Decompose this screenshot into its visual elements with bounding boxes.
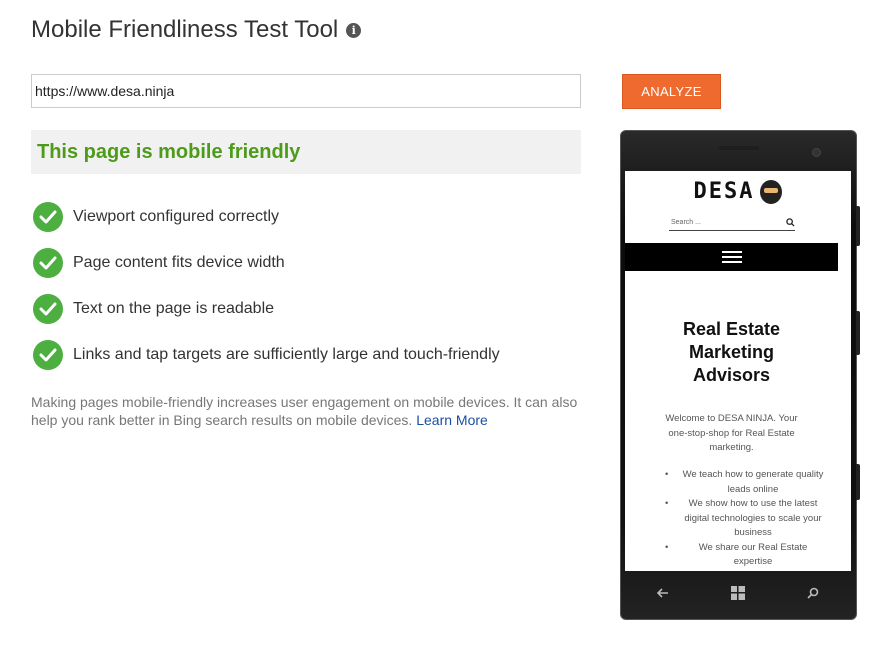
welcome-text: Welcome to DESA NINJA. Your one-stop-sho…	[665, 413, 798, 453]
site-nav-bar	[625, 243, 838, 271]
page-title-text: Mobile Friendliness Test Tool	[31, 16, 339, 43]
result-banner: This page is mobile friendly	[31, 130, 581, 174]
url-input[interactable]	[31, 74, 581, 108]
learn-more-link[interactable]: Learn More	[416, 412, 488, 428]
phone-preview: DESA Search ... Real Estate Marketing Ad…	[620, 130, 860, 620]
check-icon	[33, 340, 63, 370]
list-item: We teach how to generate quality leads o…	[655, 468, 825, 497]
phone-side-button	[856, 311, 860, 355]
ninja-mascot-icon	[760, 179, 783, 204]
check-item: Links and tap targets are sufficiently l…	[33, 332, 500, 378]
phone-screen: DESA Search ... Real Estate Marketing Ad…	[625, 171, 851, 571]
result-text: This page is mobile friendly	[37, 140, 301, 163]
phone-speaker	[719, 146, 759, 150]
check-label: Viewport configured correctly	[73, 208, 280, 225]
check-icon	[33, 294, 63, 324]
check-label: Text on the page is readable	[73, 300, 275, 317]
logo-text: DESA	[693, 179, 755, 204]
feature-list: We teach how to generate quality leads o…	[655, 468, 825, 570]
analyze-button[interactable]: ANALYZE	[622, 74, 721, 109]
hero-line: Marketing	[688, 342, 775, 362]
list-item: We share our Real Estate expertise	[655, 541, 825, 570]
list-item: We show how to use the latest digital te…	[655, 497, 825, 541]
note-text: Making pages mobile-friendly increases u…	[31, 394, 578, 428]
search-icon	[786, 217, 795, 227]
check-label: Links and tap targets are sufficiently l…	[73, 346, 500, 363]
phone-camera	[812, 148, 821, 157]
search-icon	[800, 580, 826, 606]
check-item: Text on the page is readable	[33, 286, 500, 332]
phone-side-button	[856, 206, 860, 246]
check-item: Viewport configured correctly	[33, 194, 500, 240]
hero-line: Advisors	[692, 365, 771, 385]
phone-nav-bar	[625, 575, 851, 611]
check-icon	[33, 202, 63, 232]
hamburger-menu-icon	[721, 251, 742, 263]
site-logo: DESA	[625, 179, 851, 204]
check-icon	[33, 248, 63, 278]
phone-side-button	[856, 464, 860, 500]
info-note: Making pages mobile-friendly increases u…	[31, 393, 591, 429]
site-search-placeholder: Search ...	[671, 218, 701, 226]
hero-line: Real Estate	[682, 319, 781, 339]
hero-title: Real Estate Marketing Advisors	[625, 318, 838, 387]
check-label: Page content fits device width	[73, 254, 285, 271]
info-icon[interactable]: i	[346, 22, 362, 38]
site-search-input: Search ...	[669, 214, 795, 231]
page-title: Mobile Friendliness Test Tool i	[31, 16, 362, 44]
windows-icon	[725, 580, 751, 606]
check-item: Page content fits device width	[33, 240, 500, 286]
back-arrow-icon	[650, 580, 676, 606]
checks-list: Viewport configured correctly Page conte…	[33, 194, 500, 378]
